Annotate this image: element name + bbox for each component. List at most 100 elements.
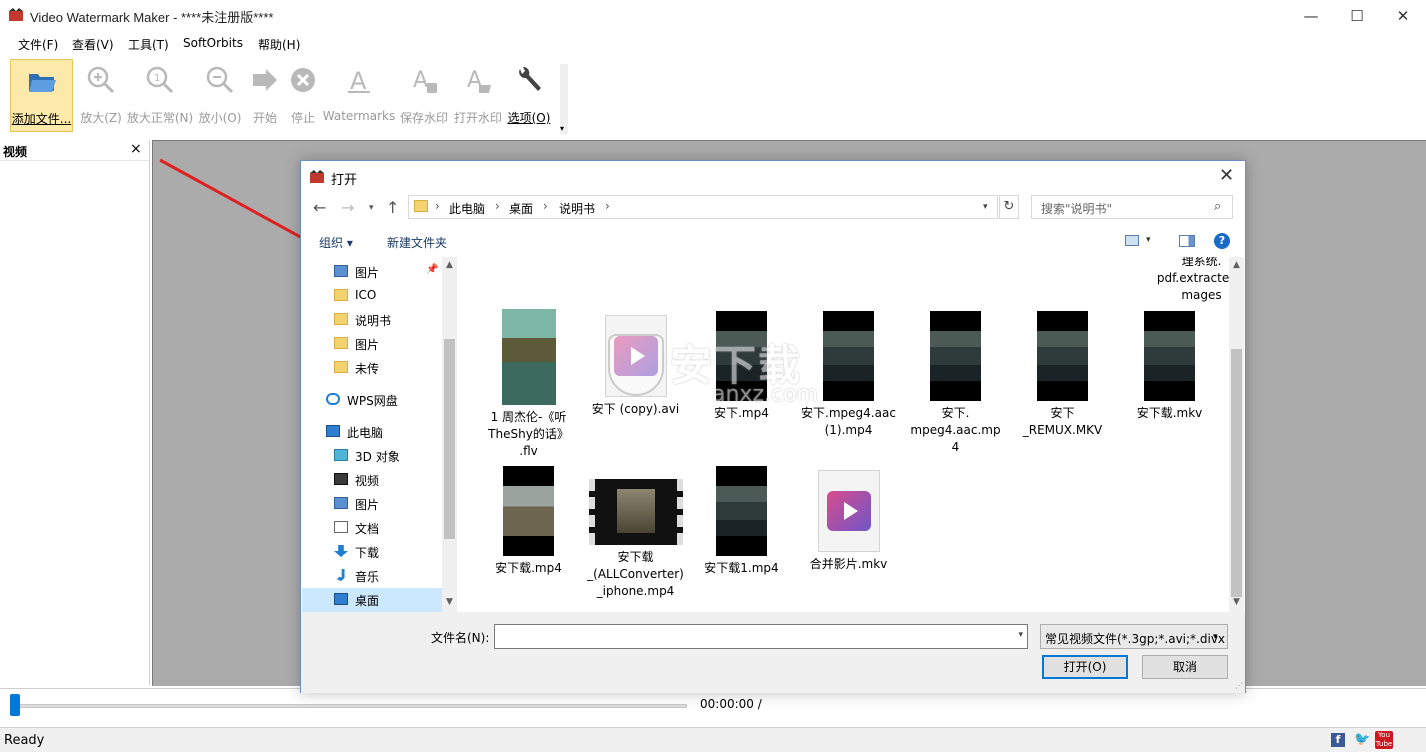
nav-item-label: 视频 xyxy=(355,474,380,488)
file-item[interactable]: 合并影片.mkv xyxy=(796,464,901,573)
nav-item-label: 未传 xyxy=(355,362,380,376)
file-item[interactable]: 安下载 _(ALLConverter) _iphone.mp4 xyxy=(583,464,688,600)
timeline-track[interactable] xyxy=(10,704,687,708)
timeline-handle[interactable] xyxy=(10,694,20,716)
view-options-icon[interactable] xyxy=(1125,235,1139,246)
folder-icon xyxy=(334,313,348,325)
recent-chevron-icon[interactable]: ▾ xyxy=(369,203,374,213)
zoom-out-icon xyxy=(206,66,234,94)
toolbar: 添加文件... 放大(Z) 1 放大正常(N) 放小(O) 开始 停止 A Wa… xyxy=(0,56,1426,136)
video-thumbnail xyxy=(716,466,767,556)
file-item[interactable]: 1 周杰伦-《听 TheShy的话》 .flv xyxy=(476,309,581,460)
nav-item[interactable]: 下载 xyxy=(302,540,442,564)
help-icon[interactable]: ? xyxy=(1214,233,1230,249)
address-bar[interactable]: › 此电脑 › 桌面 › 说明书 › ▾ xyxy=(408,195,998,219)
play-icon xyxy=(826,491,871,531)
menu-view[interactable]: 查看(V) xyxy=(72,36,114,53)
menu-softorbits[interactable]: SoftOrbits xyxy=(183,36,243,50)
nav-item[interactable]: 3D 对象 xyxy=(302,444,442,468)
new-folder-button[interactable]: 新建文件夹 xyxy=(387,234,447,251)
file-scroll-thumb[interactable] xyxy=(1231,349,1242,597)
scroll-down-icon[interactable]: ▼ xyxy=(442,597,457,607)
nav-item[interactable]: 视频 xyxy=(302,468,442,492)
file-item[interactable]: 安下载.mkv xyxy=(1117,309,1222,422)
youtube-icon[interactable]: You Tube xyxy=(1375,731,1393,749)
stop-icon xyxy=(291,68,315,92)
nav-scrollbar[interactable]: ▲ ▼ xyxy=(442,257,457,612)
zoom-in-button[interactable]: 放大(Z) xyxy=(80,59,122,132)
file-item[interactable]: 安下载1.mp4 xyxy=(689,464,794,577)
breadcrumb-separator-icon: › xyxy=(543,199,548,213)
nav-item[interactable]: 音乐 xyxy=(302,564,442,588)
view-dropdown-icon[interactable]: ▾ xyxy=(1146,235,1151,245)
close-button[interactable]: ✕ xyxy=(1380,0,1426,31)
file-name: 安下载.mp4 xyxy=(495,561,562,575)
music-icon xyxy=(336,569,345,581)
zoom-out-button[interactable]: 放小(O) xyxy=(197,59,243,132)
resize-grip-icon[interactable]: ⋰ xyxy=(1235,681,1243,690)
toolbar-overflow[interactable]: ▾ xyxy=(560,64,568,134)
twitter-icon[interactable]: 🐦 xyxy=(1354,732,1370,747)
menu-tools[interactable]: 工具(T) xyxy=(128,36,169,53)
back-arrow-icon[interactable]: ← xyxy=(313,198,326,217)
search-input[interactable]: 搜索"说明书" ⌕ xyxy=(1031,195,1233,219)
refresh-icon[interactable]: ↻ xyxy=(999,195,1019,219)
breadcrumb-manual[interactable]: 说明书 xyxy=(559,200,595,217)
address-dropdown-icon[interactable]: ▾ xyxy=(983,202,988,212)
nav-item[interactable]: 图片 xyxy=(302,492,442,516)
menu-help[interactable]: 帮助(H) xyxy=(258,36,300,53)
cancel-button[interactable]: 取消 xyxy=(1142,655,1228,679)
video-thumbnail xyxy=(930,311,981,401)
maximize-button[interactable]: ☐ xyxy=(1334,0,1380,31)
up-arrow-icon[interactable]: ↑ xyxy=(386,198,399,217)
menu-file[interactable]: 文件(F) xyxy=(18,36,58,53)
scroll-up-icon[interactable]: ▲ xyxy=(1229,260,1244,270)
video-thumbnail xyxy=(588,479,683,545)
zoom-normal-button[interactable]: 1 放大正常(N) xyxy=(125,59,195,132)
add-files-button[interactable]: 添加文件... xyxy=(10,59,73,132)
panel-close-icon[interactable]: × xyxy=(130,141,142,157)
nav-item[interactable]: ICO xyxy=(302,284,442,308)
breadcrumb-desktop[interactable]: 桌面 xyxy=(509,200,533,217)
nav-scroll-thumb[interactable] xyxy=(444,339,455,539)
scroll-up-icon[interactable]: ▲ xyxy=(442,260,457,270)
file-item[interactable]: 安下 _REMUX.MKV xyxy=(1010,309,1115,439)
command-bar: 组织 ▾ 新建文件夹 ▾ ? xyxy=(301,229,1245,253)
nav-item[interactable]: 未传 xyxy=(302,356,442,380)
start-button[interactable]: 开始 xyxy=(246,59,284,132)
save-watermark-button[interactable]: A 保存水印 xyxy=(398,59,450,132)
preview-pane-icon[interactable] xyxy=(1179,235,1195,247)
nav-item[interactable]: 说明书 xyxy=(302,308,442,332)
dialog-close-icon[interactable]: ✕ xyxy=(1219,165,1234,186)
file-scrollbar[interactable]: ▲ ▼ xyxy=(1229,257,1244,612)
nav-item[interactable]: 图片 xyxy=(302,332,442,356)
forward-arrow-icon[interactable]: → xyxy=(341,198,354,217)
nav-item-label: 桌面 xyxy=(355,594,380,608)
filetype-select[interactable]: 常见视频文件(*.3gp;*.avi;*.divx ▾ xyxy=(1040,624,1228,649)
file-name: 安下 _REMUX.MKV xyxy=(1022,406,1103,437)
filename-input[interactable]: ▾ xyxy=(494,624,1028,649)
open-watermark-button[interactable]: A 打开水印 xyxy=(452,59,504,132)
options-button[interactable]: 选项(O) xyxy=(506,59,552,132)
minimize-button[interactable]: — xyxy=(1288,0,1334,31)
folder-icon xyxy=(334,289,348,301)
file-item[interactable]: 安下. mpeg4.aac.mp 4 xyxy=(903,309,1008,456)
computer-icon xyxy=(326,425,340,437)
facebook-icon[interactable]: f xyxy=(1331,733,1345,747)
nav-item[interactable]: 文档 xyxy=(302,516,442,540)
organize-button[interactable]: 组织 ▾ xyxy=(319,234,353,251)
nav-item[interactable]: WPS网盘 xyxy=(302,388,442,412)
nav-item[interactable]: 桌面 xyxy=(302,588,442,612)
breadcrumb-this-pc[interactable]: 此电脑 xyxy=(449,200,485,217)
nav-item[interactable]: 此电脑 xyxy=(302,420,442,444)
window-title: Video Watermark Maker - ****未注册版**** xyxy=(30,10,274,25)
stop-button[interactable]: 停止 xyxy=(285,59,321,132)
scroll-down-icon[interactable]: ▼ xyxy=(1229,597,1244,607)
nav-item[interactable]: 图片 xyxy=(302,260,442,284)
file-item[interactable]: 安下载.mp4 xyxy=(476,464,581,577)
open-button[interactable]: 打开(O) xyxy=(1042,655,1128,679)
file-item[interactable]: 理系统. pdf.extracted_i mages xyxy=(1149,257,1229,304)
watermarks-button[interactable]: A Watermarks xyxy=(321,59,397,132)
filename-dropdown-icon[interactable]: ▾ xyxy=(1018,630,1023,640)
overflow-arrow-icon: ▾ xyxy=(560,124,565,133)
